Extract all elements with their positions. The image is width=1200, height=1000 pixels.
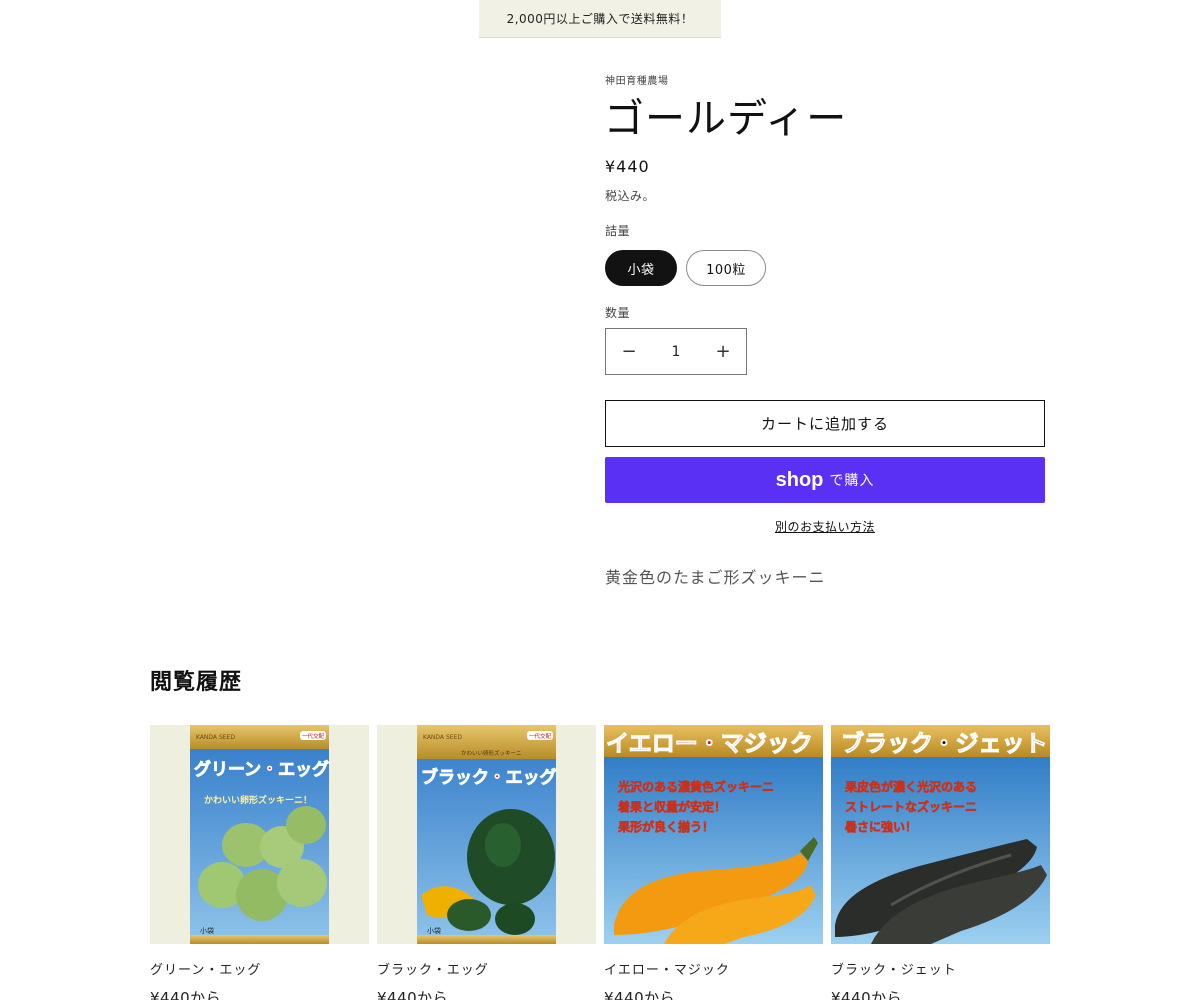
card-product-name[interactable]: ブラック・ジェット [831,959,957,978]
product-vendor: 神田育種農場 [605,76,669,87]
option-pill-100-seeds[interactable]: 100粒 [686,250,766,286]
yellow-magic-packet-image: イエロー・マジック 光沢のある濃黄色ズッキーニ 着果と収量が安定！ 果形が良く揃… [604,725,823,944]
product-image: イエロー・マジック 光沢のある濃黄色ズッキーニ 着果と収量が安定！ 果形が良く揃… [604,725,823,944]
black-egg-packet-image: KANDA SEED 一代交配 かわいい卵形ズッキーニ ブラック・エッグ 小袋 [377,725,596,944]
svg-text:暑さに強い！: 暑さに強い！ [845,819,917,834]
more-payment-options-link[interactable]: 別のお支払い方法 [775,518,875,535]
announcement-bar: 2,000円以上ご購入で送料無料！ [479,0,721,38]
svg-text:KANDA SEED: KANDA SEED [423,734,462,741]
card-product-price: ¥440から [831,989,903,1000]
svg-text:小袋: 小袋 [200,926,214,935]
card-product-price: ¥440から [604,989,676,1000]
recently-viewed-card[interactable]: ブラック・ジェット 果皮色が濃く光沢のある ストレートなズッキーニ 暑さに強い！… [831,725,1050,1000]
black-jet-packet-image: ブラック・ジェット 果皮色が濃く光沢のある ストレートなズッキーニ 暑さに強い！ [831,725,1050,944]
plus-icon: + [715,341,731,362]
product-description: 黄金色のたまご形ズッキーニ [605,568,826,587]
svg-text:ストレートなズッキーニ: ストレートなズッキーニ [845,799,977,814]
svg-text:光沢のある濃黄色ズッキーニ: 光沢のある濃黄色ズッキーニ [617,779,774,794]
shop-pay-label: で購入 [829,473,875,489]
recently-viewed-card[interactable]: KANDA SEED 一代交配 グリーン・エッグ かわいい卵形ズッキーニ！ 小袋… [150,725,369,1000]
product-image: KANDA SEED 一代交配 グリーン・エッグ かわいい卵形ズッキーニ！ 小袋 [150,725,369,944]
quantity-minus-button[interactable]: − [606,329,652,374]
product-image: ブラック・ジェット 果皮色が濃く光沢のある ストレートなズッキーニ 暑さに強い！ [831,725,1050,944]
card-product-name[interactable]: ブラック・エッグ [377,959,489,978]
quantity-label: 数量 [605,306,631,320]
card-product-price: ¥440から [377,989,449,1000]
card-product-name[interactable]: イエロー・マジック [604,959,730,978]
announcement-text: 2,000円以上ご購入で送料無料！ [506,12,694,26]
svg-text:一代交配: 一代交配 [302,732,325,740]
shop-logo: shop [775,468,824,491]
svg-text:かわいい卵形ズッキーニ！: かわいい卵形ズッキーニ！ [204,794,312,806]
svg-text:イエロー・マジック: イエロー・マジック [606,731,813,757]
quantity-plus-button[interactable]: + [700,329,746,374]
product-image: KANDA SEED 一代交配 かわいい卵形ズッキーニ ブラック・エッグ 小袋 [377,725,596,944]
svg-text:ブラック・エッグ: ブラック・エッグ [421,767,557,788]
recently-viewed-card[interactable]: KANDA SEED 一代交配 かわいい卵形ズッキーニ ブラック・エッグ 小袋 … [377,725,596,1000]
svg-text:グリーン・エッグ: グリーン・エッグ [194,759,329,780]
product-price: ¥440 [605,157,650,176]
option-pill-small-bag[interactable]: 小袋 [605,250,677,286]
quantity-stepper: − 1 + [605,328,747,375]
quantity-input[interactable]: 1 [652,344,700,360]
svg-text:かわいい卵形ズッキーニ: かわいい卵形ズッキーニ [461,749,522,757]
tax-note: 税込み。 [605,189,656,203]
add-to-cart-label: カートに追加する [760,415,889,433]
svg-text:果形が良く揃う！: 果形が良く揃う！ [617,819,714,834]
svg-text:着果と収量が安定！: 着果と収量が安定！ [617,799,726,814]
green-egg-packet-image: KANDA SEED 一代交配 グリーン・エッグ かわいい卵形ズッキーニ！ 小袋 [150,725,369,944]
recently-viewed-card[interactable]: イエロー・マジック 光沢のある濃黄色ズッキーニ 着果と収量が安定！ 果形が良く揃… [604,725,823,1000]
option-label: 詰量 [605,224,631,238]
svg-text:一代交配: 一代交配 [529,732,552,740]
svg-text:果皮色が濃く光沢のある: 果皮色が濃く光沢のある [844,779,977,794]
product-title: ゴールディー [604,96,848,142]
minus-icon: − [621,341,637,362]
card-product-price: ¥440から [150,989,222,1000]
recently-viewed-title: 閲覧履歴 [150,670,243,695]
svg-text:ブラック・ジェット: ブラック・ジェット [841,730,1048,757]
add-to-cart-button[interactable]: カートに追加する [605,400,1045,447]
shop-pay-button[interactable]: shop で購入 [605,457,1045,503]
card-product-name[interactable]: グリーン・エッグ [150,959,261,978]
svg-text:KANDA SEED: KANDA SEED [196,734,235,741]
svg-text:小袋: 小袋 [427,926,441,935]
